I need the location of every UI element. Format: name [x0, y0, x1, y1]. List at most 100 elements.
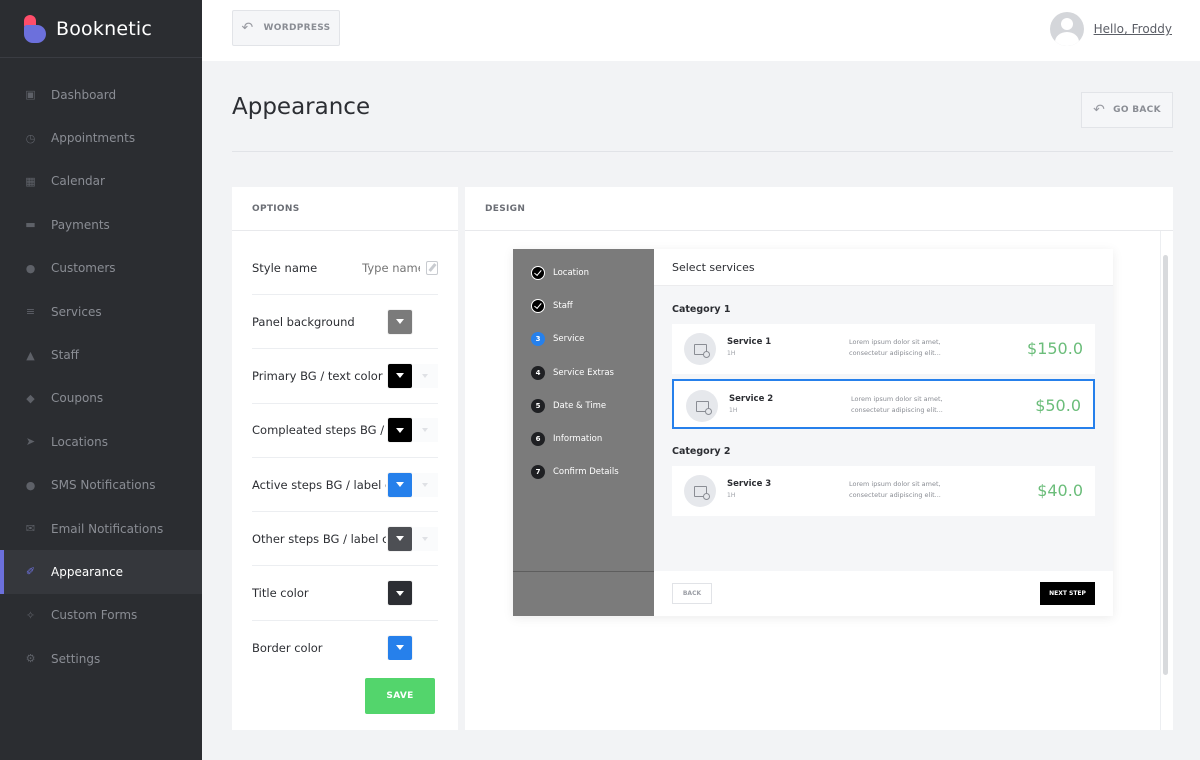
image-placeholder-icon: [686, 390, 718, 422]
sidebar-item-staff[interactable]: ▲ Staff: [0, 333, 202, 376]
option-label: Title color: [252, 586, 309, 601]
color-picker-swatch[interactable]: [388, 526, 412, 551]
sidebar-item-label: Appearance: [51, 564, 124, 579]
sidebar-item-dashboard[interactable]: ▣ Dashboard: [0, 73, 202, 116]
edit-icon[interactable]: [426, 260, 438, 275]
sidebar-item-label: Appointments: [51, 131, 136, 146]
sidebar-item-appointments[interactable]: ◷ Appointments: [0, 116, 202, 159]
user-menu[interactable]: Hello, Froddy: [1049, 12, 1172, 46]
sidebar-item-label: Locations: [51, 434, 109, 449]
gear-icon: ⚙: [25, 652, 36, 666]
chevron-down-icon[interactable]: [412, 472, 438, 497]
sidebar-item-payments[interactable]: ▬ Payments: [0, 203, 202, 246]
option-label: Border color: [252, 640, 323, 655]
option-label: Primary BG / text color: [252, 368, 383, 383]
wordpress-label: WORDPRESS: [263, 23, 331, 33]
sidebar-item-services[interactable]: ≡ Services: [0, 290, 202, 333]
step-label: Location: [553, 268, 589, 278]
service-card[interactable]: Service 2 1H Lorem ipsum dolor sit amet, c…: [672, 379, 1095, 429]
step-number: 5: [531, 398, 545, 413]
step-confirm-details: 7 Confirm Details: [531, 465, 619, 480]
style-name-label: Style name: [252, 260, 318, 275]
booking-widget-preview: Location Staff 3 Service 4 Service Extras 5 Dat…: [513, 249, 1113, 616]
step-label: Date & Time: [553, 400, 607, 411]
step-label: Service Extras: [553, 367, 614, 378]
users-icon: ●: [25, 261, 36, 275]
sidebar-item-calendar[interactable]: ▦ Calendar: [0, 160, 202, 203]
divider: [513, 571, 654, 572]
color-picker-swatch[interactable]: [388, 635, 412, 660]
check-icon: [531, 299, 545, 314]
service-card[interactable]: Service 1 1H Lorem ipsum dolor sit amet, c…: [672, 324, 1095, 374]
options-footer: SAVE: [232, 660, 458, 730]
service-duration: 1H: [729, 407, 738, 414]
color-picker-swatch[interactable]: [388, 363, 412, 388]
widget-next-step-button[interactable]: NEXT STEP: [1040, 582, 1095, 605]
color-picker-swatch[interactable]: [388, 418, 412, 443]
widget-back-button[interactable]: BACK: [672, 583, 712, 604]
wordpress-button[interactable]: ↶ WORDPRESS: [232, 10, 340, 46]
user-greeting[interactable]: Hello, Froddy: [1094, 22, 1172, 36]
service-card[interactable]: Service 3 1H Lorem ipsum dolor sit amet, c…: [672, 466, 1095, 516]
user-icon: ▲: [26, 348, 35, 362]
option-label: Panel background: [252, 314, 355, 329]
style-name-input[interactable]: [362, 260, 421, 275]
chat-icon: ●: [25, 478, 36, 492]
color-picker-swatch[interactable]: [388, 309, 412, 334]
service-name: Service 1: [727, 337, 772, 347]
sidebar-item-custom-forms[interactable]: ✧ Custom Forms: [0, 594, 202, 637]
widget-steps-panel: Location Staff 3 Service 4 Service Extras 5 Dat…: [513, 249, 654, 616]
sidebar-item-label: Custom Forms: [51, 608, 138, 623]
sidebar-item-settings[interactable]: ⚙ Settings: [0, 637, 202, 680]
service-description: Lorem ipsum dolor sit amet, consectetur …: [849, 480, 941, 499]
chevron-down-icon[interactable]: [412, 363, 438, 388]
step-location: Location: [531, 266, 589, 280]
step-label: Staff: [553, 301, 573, 312]
sidebar-item-coupons[interactable]: ◆ Coupons: [0, 377, 202, 420]
avatar[interactable]: [1049, 12, 1084, 46]
envelope-icon: ✉: [25, 522, 36, 536]
service-name: Service 3: [727, 479, 772, 489]
option-row: Other steps BG / label color: [252, 512, 438, 567]
service-description: Lorem ipsum dolor sit amet, consectetur …: [851, 395, 943, 414]
chevron-down-icon[interactable]: [412, 418, 438, 443]
sidebar-item-label: Settings: [51, 651, 101, 666]
option-row: Title color: [252, 566, 438, 621]
color-picker-swatch[interactable]: [388, 581, 412, 606]
chevron-down-icon[interactable]: [412, 526, 438, 551]
sidebar-item-sms-notifications[interactable]: ● SMS Notifications: [0, 464, 202, 507]
save-button[interactable]: SAVE: [365, 678, 435, 714]
step-information: 6 Information: [531, 432, 602, 446]
dashboard-icon: ▣: [25, 88, 36, 102]
wand-icon: ✧: [25, 608, 36, 622]
option-row: Compleated steps BG / label color: [252, 404, 438, 458]
sidebar-item-appearance[interactable]: ✐ Appearance: [0, 550, 202, 595]
options-heading: OPTIONS: [232, 187, 458, 231]
sidebar-item-label: Calendar: [51, 174, 105, 189]
step-number: 7: [531, 465, 545, 480]
app-name: Booknetic: [56, 17, 152, 40]
service-name: Service 2: [729, 394, 774, 404]
service-duration: 1H: [727, 492, 736, 499]
widget-title: Select services: [654, 249, 1113, 286]
sidebar-item-email-notifications[interactable]: ✉ Email Notifications: [0, 507, 202, 550]
app-logo[interactable]: Booknetic: [0, 0, 202, 58]
image-placeholder-icon: [684, 475, 716, 507]
option-label: Compleated steps BG / label color: [252, 423, 386, 438]
go-back-button[interactable]: ↶ GO BACK: [1081, 92, 1173, 128]
color-picker-swatch[interactable]: [388, 472, 412, 497]
sidebar-item-label: Dashboard: [51, 87, 117, 102]
sidebar-item-customers[interactable]: ● Customers: [0, 247, 202, 290]
option-row: Primary BG / text color: [252, 349, 438, 404]
widget-services-area: Category 1 Service 1 1H Lorem ipsum dolor s…: [654, 286, 1113, 571]
sidebar-item-locations[interactable]: ➤ Locations: [0, 420, 202, 463]
step-date-time: 5 Date & Time: [531, 398, 607, 413]
back-arrow-icon: ↶: [241, 20, 254, 36]
sidebar-item-label: Services: [51, 304, 102, 319]
design-heading: DESIGN: [465, 187, 1173, 231]
check-icon: [531, 266, 545, 280]
scrollbar[interactable]: [1163, 255, 1168, 675]
page-title: Appearance: [232, 94, 371, 120]
back-arrow-icon: ↶: [1093, 102, 1106, 118]
list-icon: ≡: [25, 305, 36, 319]
